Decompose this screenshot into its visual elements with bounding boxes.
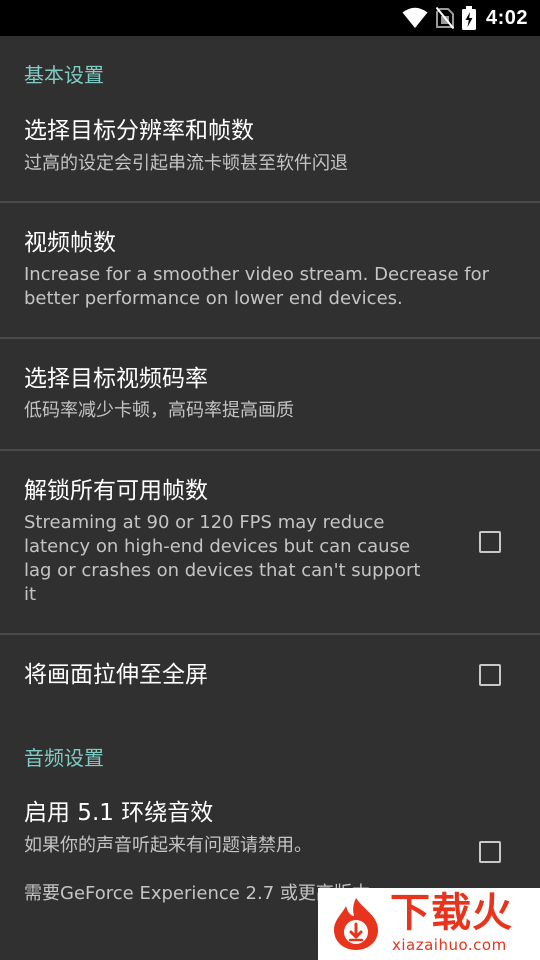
pref-bitrate-summary: 低码率减少卡顿，高码率提高画质: [24, 400, 294, 421]
pref-surround-audio-title: 启用 5.1 环绕音效: [24, 800, 214, 826]
flame-download-icon: [334, 898, 378, 950]
pref-surround-audio-summary-line1: 如果你的声音听起来有问题请禁用。: [24, 835, 312, 856]
pref-fps-summary-line2: better performance on lower end devices.: [24, 288, 403, 309]
watermark-subtitle: xiazaihuo.com: [392, 936, 507, 954]
pref-fps-summary-line1: Increase for a smoother video stream. De…: [24, 264, 489, 285]
pref-fps-title: 视频帧数: [24, 230, 116, 256]
watermark-title: 下载火: [390, 890, 513, 936]
pref-bitrate-title: 选择目标视频码率: [24, 366, 208, 392]
unlock-fps-checkbox[interactable]: [479, 531, 501, 553]
pref-fps[interactable]: 视频帧数 Increase for a smoother video strea…: [0, 203, 540, 337]
no-sim-icon: [435, 7, 454, 29]
pref-resolution-title: 选择目标分辨率和帧数: [24, 118, 254, 144]
pref-unlock-fps-summary-line4: it: [24, 584, 37, 605]
pref-unlock-fps[interactable]: 解锁所有可用帧数 Streaming at 90 or 120 FPS may …: [0, 451, 540, 633]
watermark-badge: 下载火 xiazaihuo.com: [318, 888, 540, 960]
pref-bitrate[interactable]: 选择目标视频码率 低码率减少卡顿，高码率提高画质: [0, 339, 540, 449]
wifi-icon: [402, 7, 428, 28]
category-basic-settings: 基本设置: [24, 63, 104, 87]
pref-stretch-video-title: 将画面拉伸至全屏: [24, 662, 208, 688]
pref-unlock-fps-summary-line1: Streaming at 90 or 120 FPS may reduce: [24, 512, 385, 533]
pref-unlock-fps-summary-line2: latency on high-end devices but can caus…: [24, 536, 411, 557]
pref-stretch-video[interactable]: 将画面拉伸至全屏: [0, 635, 540, 715]
stretch-video-checkbox[interactable]: [479, 664, 501, 686]
pref-unlock-fps-title: 解锁所有可用帧数: [24, 478, 208, 504]
status-icons: 4:02: [394, 0, 528, 36]
status-bar: 4:02: [0, 0, 540, 36]
category-audio-settings: 音频设置: [24, 746, 104, 770]
pref-resolution[interactable]: 选择目标分辨率和帧数 过高的设定会引起串流卡顿甚至软件闪退: [0, 102, 540, 202]
pref-unlock-fps-summary-line3: lag or crashes on devices that can't sup…: [24, 560, 421, 581]
surround-audio-checkbox[interactable]: [479, 841, 501, 863]
settings-list[interactable]: 基本设置 选择目标分辨率和帧数 过高的设定会引起串流卡顿甚至软件闪退 视频帧数 …: [0, 36, 540, 960]
pref-resolution-summary: 过高的设定会引起串流卡顿甚至软件闪退: [24, 153, 348, 174]
status-time: 4:02: [485, 6, 528, 29]
battery-charging-icon: [461, 6, 476, 30]
